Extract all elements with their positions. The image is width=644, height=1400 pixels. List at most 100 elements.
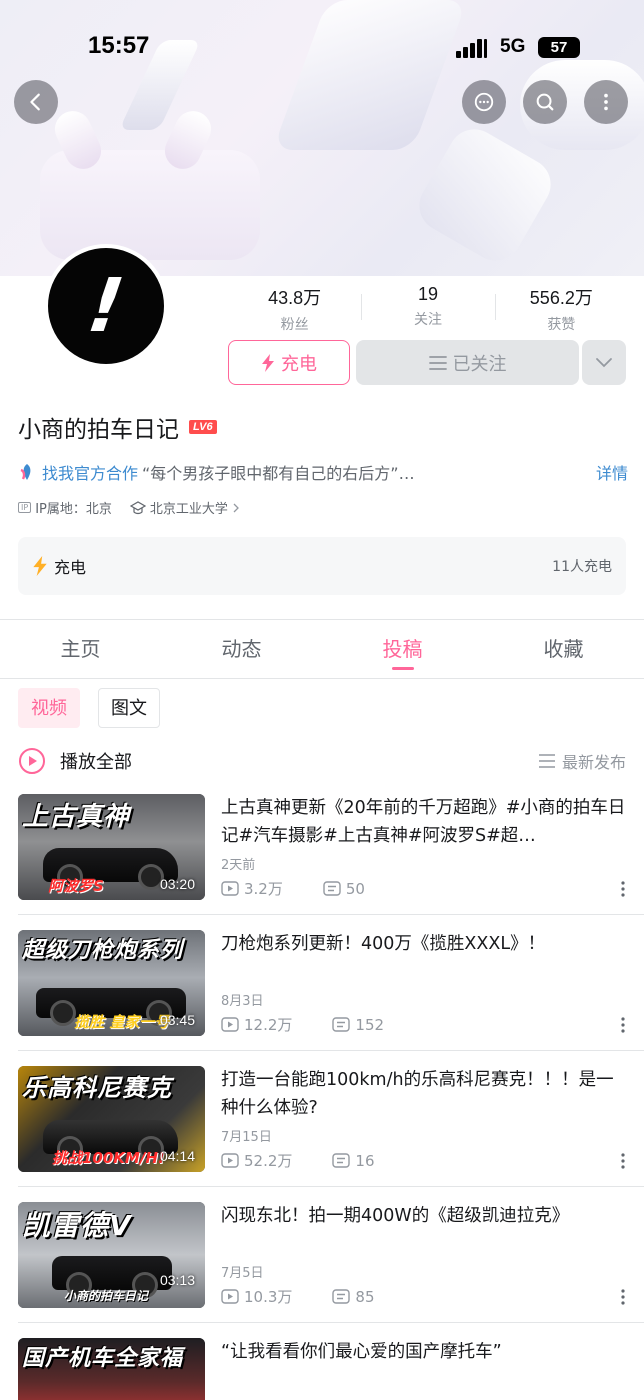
comment-count-icon [332, 1289, 351, 1304]
content-type-tabs: 视频 图文 [18, 688, 160, 728]
network-type: 5G [500, 36, 526, 57]
user-name: 小商的拍车日记 [18, 417, 179, 443]
video-title[interactable]: 打造一台能跑100km/h的乐高科尼赛克！！！是一种什么体验? [221, 1066, 626, 1122]
sort-label: 最新发布 [561, 753, 626, 772]
charge-button[interactable]: 充电 [228, 340, 350, 385]
video-title[interactable]: 闪现东北！拍一期400W的《超级凯迪拉克》 [221, 1202, 626, 1258]
menu-lines-icon [428, 355, 447, 370]
chat-icon [474, 92, 494, 112]
back-button[interactable] [14, 80, 58, 124]
comment-count-icon [323, 881, 341, 896]
more-vertical-icon[interactable] [620, 880, 626, 898]
avatar[interactable]: ! [44, 244, 168, 368]
video-duration: 03:20 [159, 876, 195, 892]
status-time: 15:57 [88, 32, 150, 59]
signal-icon [456, 38, 490, 58]
video-duration: 03:13 [159, 1272, 195, 1288]
video-title[interactable]: 上古真神更新《20年前的千万超跑》#小商的拍车日记#汽车摄影#上古真神#阿波罗S… [221, 794, 626, 850]
search-button[interactable] [523, 80, 567, 124]
chevron-down-icon [596, 357, 612, 367]
school-name[interactable]: 北京工业大学 [150, 498, 228, 517]
ip-row: IP IP属地：北京 北京工业大学 [18, 498, 240, 517]
divider [18, 1322, 644, 1323]
charge-count: 11人充电 [552, 559, 612, 575]
video-title[interactable]: “让我看看你们最心爱的国产摩托车” [221, 1338, 626, 1368]
view-count: 3.2万 [244, 880, 283, 898]
expand-button[interactable] [582, 340, 626, 385]
search-icon [536, 93, 554, 111]
lightning-icon [33, 556, 47, 576]
divider [18, 1050, 644, 1051]
message-button[interactable] [462, 80, 506, 124]
stat-value: 19 [417, 284, 438, 304]
comment-count: 50 [345, 879, 365, 898]
chevron-right-icon [233, 503, 239, 512]
thumbnail-title: 超级刀枪炮系列 [22, 938, 184, 963]
name-row: 小商的拍车日记 LV6 [18, 410, 217, 444]
stat-likes[interactable]: 556.2万 获赞 [494, 284, 628, 336]
ip-location: IP属地：北京 [35, 502, 112, 517]
video-item[interactable]: 上古真神 阿波罗S 03:20 上古真神更新《20年前的千万超跑》#小商的拍车日… [18, 794, 626, 900]
stat-fans[interactable]: 43.8万 粉丝 [228, 284, 361, 336]
video-duration: 03:45 [159, 1012, 195, 1028]
video-item[interactable]: 凯雷德V 小商的拍车日记 03:13 闪现东北！拍一期400W的《超级凯迪拉克》… [18, 1202, 626, 1308]
tab-uploads[interactable]: 投稿 [322, 620, 483, 678]
video-thumbnail[interactable]: 国产机车全家福 [18, 1338, 205, 1400]
video-thumbnail[interactable]: 凯雷德V 小商的拍车日记 03:13 [18, 1202, 205, 1308]
thumbnail-tag: 揽胜 皇家一号 [74, 1013, 170, 1031]
divider [18, 914, 644, 915]
video-item[interactable]: 国产机车全家福 “让我看看你们最心爱的国产摩托车” [18, 1338, 626, 1400]
detail-link[interactable]: 详情 [596, 460, 628, 484]
followed-button-label: 已关注 [452, 353, 507, 375]
play-circle-icon[interactable] [18, 747, 46, 775]
play-all-bar: 播放全部 最新发布 [18, 745, 626, 777]
video-date: 8月3日 [221, 994, 264, 1009]
thumbnail-tag: 阿波罗S [48, 877, 104, 895]
business-link[interactable]: 找我官方合作 [42, 460, 138, 484]
subtab-article[interactable]: 图文 [98, 688, 160, 728]
battery-icon: 57 [538, 37, 580, 58]
video-thumbnail[interactable]: 乐高科尼赛克 挑战100KM/H! 04:14 [18, 1066, 205, 1172]
video-title[interactable]: 刀枪炮系列更新！400万《揽胜XXXL》！ [221, 930, 626, 986]
charge-button-label: 充电 [281, 353, 317, 375]
video-item[interactable]: 乐高科尼赛克 挑战100KM/H! 04:14 打造一台能跑100km/h的乐高… [18, 1066, 626, 1172]
comment-count-icon [332, 1153, 351, 1168]
sort-button[interactable]: 最新发布 [538, 749, 626, 773]
thumbnail-title: 乐高科尼赛克 [22, 1074, 172, 1102]
video-duration: 04:14 [159, 1148, 195, 1164]
play-all-label[interactable]: 播放全部 [60, 748, 538, 774]
tab-home[interactable]: 主页 [0, 620, 161, 678]
more-button[interactable] [584, 80, 628, 124]
signature-text: “每个男孩子眼中都有自己的右后方”… [142, 464, 415, 483]
profile-stats: 43.8万 粉丝 19 关注 556.2万 获赞 [228, 284, 628, 336]
tab-favorites[interactable]: 收藏 [483, 620, 644, 678]
lightning-icon [262, 353, 274, 372]
video-date: 2天前 [221, 858, 256, 873]
video-thumbnail[interactable]: 上古真神 阿波罗S 03:20 [18, 794, 205, 900]
thumbnail-title: 上古真神 [22, 802, 131, 832]
comment-count: 152 [355, 1015, 385, 1034]
divider [18, 1186, 644, 1187]
view-count: 10.3万 [244, 1288, 293, 1306]
more-vertical-icon[interactable] [620, 1288, 626, 1306]
tab-dynamic[interactable]: 动态 [161, 620, 322, 678]
stat-value: 556.2万 [529, 288, 593, 308]
play-count-icon [221, 881, 239, 896]
subtab-video[interactable]: 视频 [18, 688, 80, 728]
video-item[interactable]: 超级刀枪炮系列 揽胜 皇家一号 03:45 刀枪炮系列更新！400万《揽胜XXX… [18, 930, 626, 1036]
more-vertical-icon[interactable] [620, 1152, 626, 1170]
followed-button[interactable]: 已关注 [356, 340, 579, 385]
charge-card-label: 充电 [54, 558, 87, 577]
status-bar: 15:57 5G 57 [0, 28, 644, 68]
play-count-icon [221, 1153, 239, 1168]
video-thumbnail[interactable]: 超级刀枪炮系列 揽胜 皇家一号 03:45 [18, 930, 205, 1036]
charge-card[interactable]: 充电 11人充电 [18, 537, 626, 595]
stat-following[interactable]: 19 关注 [361, 284, 494, 336]
divider [0, 678, 644, 679]
comment-count: 85 [355, 1287, 375, 1306]
view-count: 52.2万 [244, 1152, 293, 1170]
thumbnail-title: 国产机车全家福 [22, 1346, 184, 1371]
more-vertical-icon[interactable] [620, 1016, 626, 1034]
level-badge: LV6 [189, 420, 217, 434]
comment-count: 16 [355, 1151, 375, 1170]
